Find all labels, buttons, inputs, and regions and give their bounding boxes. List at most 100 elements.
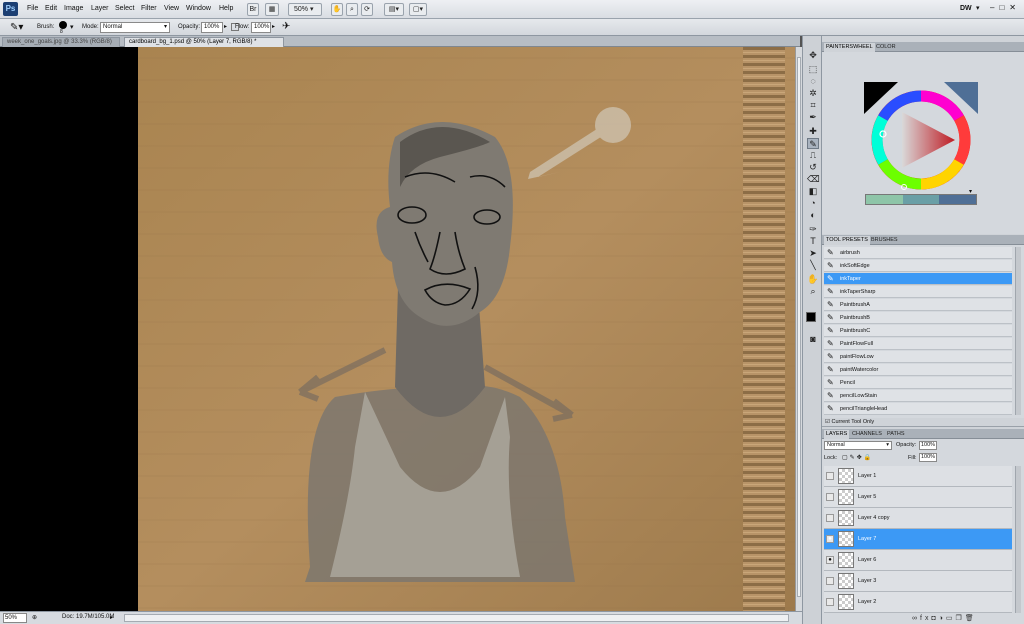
path-selection-tool-icon[interactable]: ➤ (807, 248, 819, 259)
document-tab-active[interactable]: cardboard_bg_1.psd @ 50% (Layer 7, RGB/8… (124, 37, 284, 47)
adjustment-layer-icon[interactable]: ◑ (939, 615, 946, 622)
new-group-icon[interactable]: ▭ (946, 615, 956, 622)
menu-view[interactable]: View (164, 5, 179, 12)
menu-edit[interactable]: Edit (45, 5, 57, 12)
menu-image[interactable]: Image (64, 5, 83, 12)
tab-layers[interactable]: LAYERS (824, 430, 850, 439)
layer-opacity-input[interactable]: 100% (919, 441, 937, 450)
clone-stamp-tool-icon[interactable]: ⎍ (807, 150, 819, 161)
color-swatch-bar[interactable] (865, 194, 977, 205)
layers-scrollbar[interactable] (1015, 466, 1021, 613)
eyedropper-tool-icon[interactable]: ✒ (807, 112, 819, 123)
eye-icon[interactable]: ● (826, 535, 834, 543)
rotate-view-icon[interactable]: ⟳ (361, 3, 373, 16)
color-wheel[interactable] (822, 52, 1024, 234)
history-brush-tool-icon[interactable]: ↺ (807, 162, 819, 173)
workspace-name[interactable]: DW (960, 5, 972, 12)
maximize-icon[interactable]: □ (999, 3, 1009, 12)
pen-tool-icon[interactable]: ✑ (807, 224, 819, 235)
visibility-toggle[interactable] (826, 493, 834, 501)
flow-slider-icon[interactable]: ▸ (272, 23, 275, 30)
brush-tool-preset-icon[interactable]: ✎▾ (10, 22, 23, 33)
brush-picker-dropdown-icon[interactable]: ▾ (70, 23, 74, 31)
status-zoom-field[interactable]: 50% (3, 613, 27, 623)
tab-painterswheel[interactable]: PAINTERSWHEEL (824, 43, 875, 52)
quick-mask-icon[interactable]: ◙ (807, 334, 819, 345)
preset-item[interactable]: ✎ pencilLowStain (824, 390, 1012, 402)
flow-input[interactable]: 100% (251, 22, 271, 33)
opacity-input[interactable]: 100% (201, 22, 223, 33)
preset-item[interactable]: ✎ PaintFlowFull (824, 338, 1012, 350)
lasso-tool-icon[interactable]: ◌ (807, 76, 819, 87)
layer-row[interactable]: Layer 5 (824, 487, 1012, 508)
menu-file[interactable]: File (27, 5, 38, 12)
menu-help[interactable]: Help (219, 5, 233, 12)
tab-color[interactable]: COLOR (874, 43, 898, 52)
scroll-thumb[interactable] (797, 57, 801, 597)
move-tool-icon[interactable]: ✥ (807, 50, 819, 61)
blend-mode-select[interactable]: Normal ▾ (824, 441, 892, 450)
bridge-icon[interactable]: Br (247, 3, 259, 16)
delete-layer-icon[interactable]: 🗑 (965, 615, 977, 622)
preset-item[interactable]: ✎ Pencil (824, 377, 1012, 389)
gradient-tool-icon[interactable]: ◧ (807, 186, 819, 197)
current-tool-only-checkbox[interactable]: ☑ Current Tool Only (822, 418, 1024, 427)
preset-item[interactable]: ✎ PaintbrushA (824, 299, 1012, 311)
visibility-toggle[interactable] (826, 472, 834, 480)
quick-select-tool-icon[interactable]: ✲ (807, 88, 819, 99)
workspace-dropdown-icon[interactable]: ▾ (976, 4, 980, 12)
brush-tool-icon[interactable]: ✎ (807, 138, 819, 149)
view-extras-icon[interactable]: ▦ (265, 3, 279, 16)
hand-tool-panel-icon[interactable]: ✋ (807, 274, 819, 285)
layer-row[interactable]: ● Layer 6 (824, 550, 1012, 571)
status-menu-arrow-icon[interactable]: ▸ (110, 614, 113, 621)
tab-brushes[interactable]: BRUSHES (869, 236, 900, 245)
preset-item[interactable]: ✎ paintWatercolor (824, 364, 1012, 376)
layer-style-icon[interactable]: fx (920, 615, 931, 622)
visibility-toggle[interactable] (826, 577, 834, 585)
dodge-tool-icon[interactable]: ◐ (807, 210, 819, 221)
visibility-toggle[interactable] (826, 598, 834, 606)
blur-tool-icon[interactable]: ◔ (807, 198, 819, 209)
preset-item[interactable]: ✎ PaintbrushB (824, 312, 1012, 324)
tab-paths[interactable]: PATHS (885, 430, 907, 439)
layer-row[interactable]: Layer 4 copy (824, 508, 1012, 529)
swatch-1[interactable] (866, 195, 903, 204)
swatch-2[interactable] (902, 195, 940, 204)
canvas-horizontal-scrollbar[interactable] (124, 614, 789, 622)
preset-item-selected[interactable]: ✎ inkTaper (824, 273, 1012, 285)
link-layers-icon[interactable]: ∞ (912, 615, 920, 622)
tab-channels[interactable]: CHANNELS (850, 430, 884, 439)
status-info-icon[interactable]: ⊕ (32, 614, 37, 621)
layer-row[interactable]: Layer 1 (824, 466, 1012, 487)
canvas-vertical-scrollbar[interactable] (795, 47, 802, 611)
layer-row[interactable]: Layer 2 (824, 592, 1012, 613)
lock-icons[interactable]: ▢✎✥🔒 (842, 454, 873, 461)
document-tab[interactable]: week_one_goals.jpg @ 33.3% (RGB/8) (2, 37, 120, 47)
tab-tool-presets[interactable]: TOOL PRESETS (824, 236, 870, 245)
menu-select[interactable]: Select (115, 5, 134, 12)
new-layer-icon[interactable]: ❐ (956, 615, 965, 622)
eye-icon[interactable]: ● (826, 556, 834, 564)
layer-row-selected[interactable]: ● Layer 7 (824, 529, 1012, 550)
document-canvas-area[interactable] (0, 47, 795, 611)
crop-tool-icon[interactable]: ⌗ (807, 100, 819, 111)
zoom-tool-icon[interactable]: ⌕ (346, 3, 358, 16)
zoom-level-dropdown[interactable]: 50% ▾ (288, 3, 322, 16)
preset-item[interactable]: ✎ inkSoftEdge (824, 260, 1012, 272)
preset-item[interactable]: ✎ airbrush (824, 247, 1012, 259)
screen-mode-icon[interactable]: ▢▾ (409, 3, 427, 16)
opacity-slider-icon[interactable]: ▸ (224, 23, 227, 30)
mode-select[interactable]: Normal ▾ (100, 22, 170, 33)
menu-layer[interactable]: Layer (91, 5, 109, 12)
healing-tool-icon[interactable]: ✚ (807, 126, 819, 137)
document-canvas[interactable] (0, 47, 795, 611)
close-icon[interactable]: ✕ (1009, 3, 1021, 12)
fill-input[interactable]: 100% (919, 453, 937, 462)
preset-item[interactable]: ✎ inkTaperSharp (824, 286, 1012, 298)
menu-filter[interactable]: Filter (141, 5, 157, 12)
airbrush-icon[interactable]: ✈ (282, 21, 290, 32)
layer-mask-icon[interactable]: ◘ (931, 615, 938, 622)
brush-tip-icon[interactable] (59, 21, 67, 29)
type-tool-icon[interactable]: T (807, 236, 819, 247)
